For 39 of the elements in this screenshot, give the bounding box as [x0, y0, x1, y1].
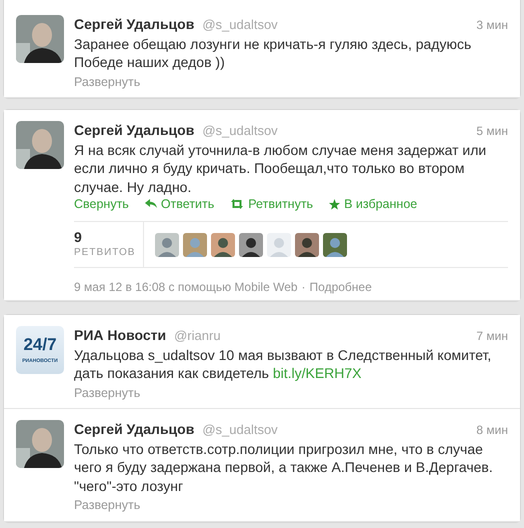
- tweet-meta: 9 мая 12 в 16:08 с помощью Mobile Web: [74, 280, 298, 294]
- retweeter-avatar[interactable]: [239, 232, 263, 256]
- author-name[interactable]: Сергей Удальцов: [74, 16, 194, 33]
- tweet-text: Заранее обещаю лозунги не кричать-я гуляю здесь, радуюсь Победе наших дедов )): [74, 34, 472, 72]
- tweet-link[interactable]: bit.ly/KERH7X: [272, 365, 362, 381]
- expand-link[interactable]: Развернуть: [74, 497, 140, 513]
- favorite-link[interactable]: В избранное: [329, 197, 418, 211]
- avatar[interactable]: [16, 121, 64, 169]
- retweet-label: РЕТВИТОВ: [74, 246, 136, 260]
- avatar[interactable]: [16, 15, 64, 63]
- avatar[interactable]: [16, 420, 64, 468]
- retweet-link[interactable]: Ретвитнуть: [230, 197, 314, 211]
- collapse-link[interactable]: Свернуть: [74, 197, 129, 211]
- separator: ·: [302, 280, 306, 294]
- tweet-text: Я на всяк случай уточнила-в любом случае меня задержат или если лично я буду кричать. Пообещал,что только во втором случае. Ну ладно.: [74, 140, 488, 196]
- retweeter-avatar[interactable]: [211, 232, 235, 256]
- logo-text: 24/7: [23, 336, 57, 354]
- timestamp: 3 мин: [476, 17, 508, 34]
- author-name[interactable]: РИА Новости: [74, 327, 166, 344]
- author-name[interactable]: Сергей Удальцов: [74, 421, 194, 438]
- author-handle: @s_udaltsov: [202, 16, 278, 34]
- retweet-count: 9: [74, 230, 83, 244]
- details-link[interactable]: Подробнее: [310, 280, 372, 294]
- timestamp: 8 мин: [476, 422, 508, 439]
- timestamp: 7 мин: [476, 328, 508, 345]
- expand-link[interactable]: Развернуть: [74, 74, 140, 90]
- reply-icon: [144, 199, 157, 209]
- author-handle: @s_udaltsov: [202, 421, 278, 439]
- favorite-icon: [329, 198, 340, 210]
- tweet-text: Удальцова s_udaltsov 10 мая вызвают в Следственный комитет, дать показания как свидетель bit.ly/KERH7X: [74, 346, 492, 382]
- expand-link[interactable]: Развернуть: [74, 384, 140, 400]
- reply-link[interactable]: Ответить: [144, 197, 214, 211]
- tweet-text: Только что ответств.сотр.полиции пригрозил мне, что в случае чего я буду задержана первой, а также А.Печенев и В.Дергачев. "чего"-это лозунг: [74, 440, 494, 495]
- author-handle: @rianru: [174, 327, 221, 345]
- author-name[interactable]: Сергей Удальцов: [74, 122, 194, 139]
- retweeter-avatar[interactable]: [295, 232, 319, 256]
- timestamp: 5 мин: [476, 123, 508, 140]
- author-handle: @s_udaltsov: [202, 122, 278, 140]
- retweet-icon: [230, 199, 244, 209]
